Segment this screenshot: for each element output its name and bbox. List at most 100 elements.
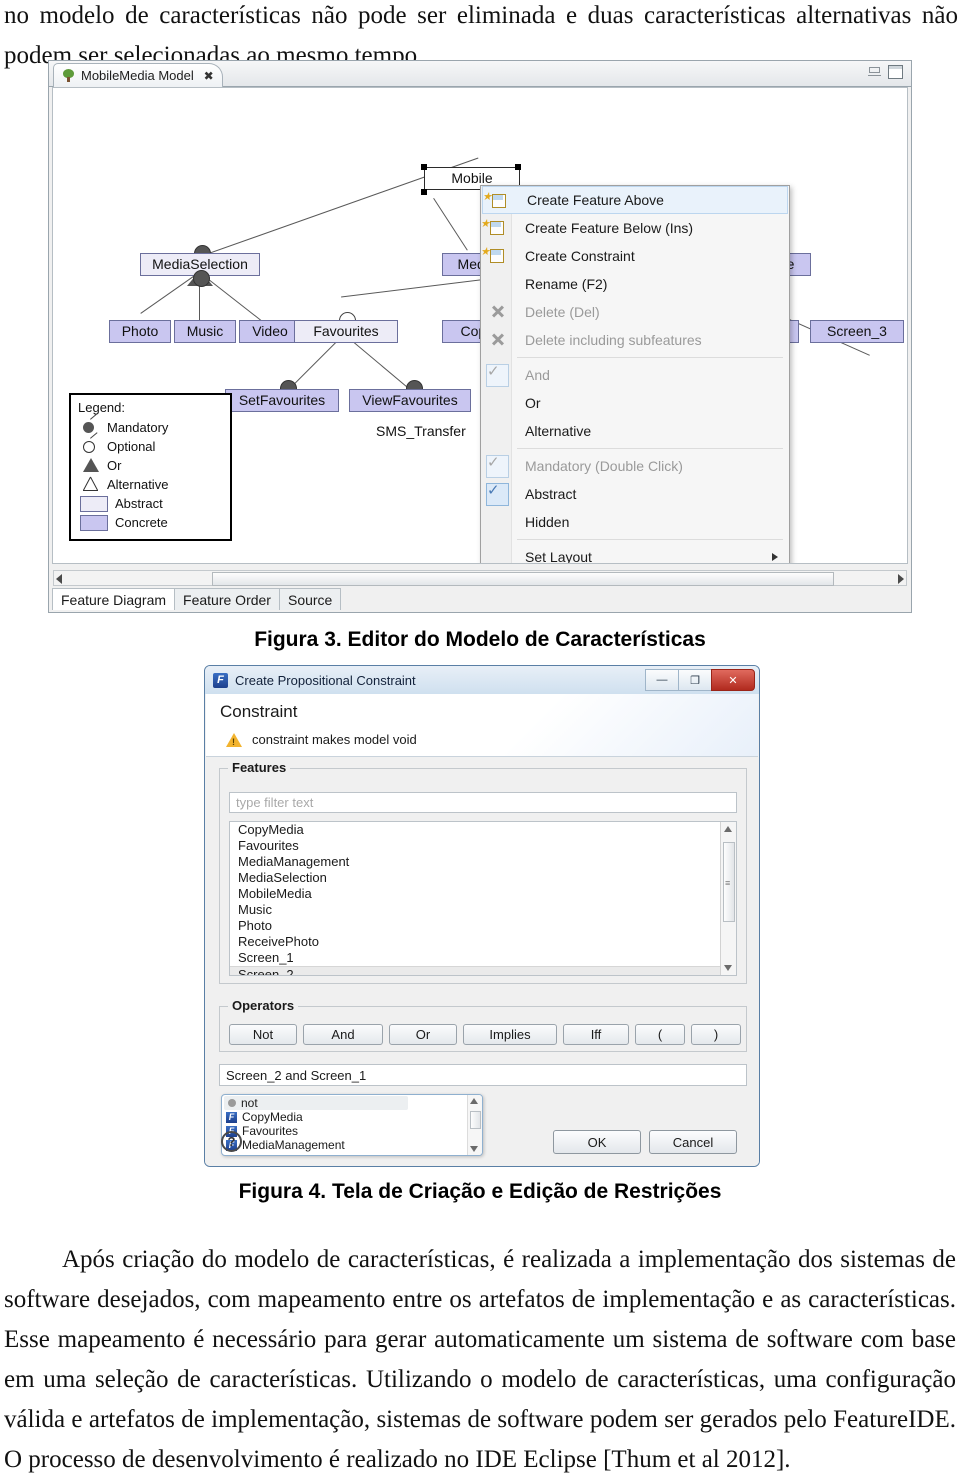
feature-context-menu[interactable]: ★ Create Feature Above ★ Create Feature …: [480, 185, 790, 564]
menu-item-label: Hidden: [525, 514, 570, 530]
menu-item-create-feature-below[interactable]: ★ Create Feature Below (Ins): [480, 214, 789, 242]
selection-handle[interactable]: [515, 164, 521, 170]
menu-item-create-constraint[interactable]: ★ Create Constraint: [480, 242, 789, 270]
editor-tab-label: MobileMedia Model: [81, 68, 194, 83]
operators-group-label: Operators: [228, 998, 299, 1013]
operator-button-and[interactable]: And: [303, 1024, 383, 1045]
feature-diagram-canvas[interactable]: Mobile MediaSelection MediaManag size: [52, 87, 908, 564]
feature-node-setfavourites[interactable]: SetFavourites: [225, 389, 339, 412]
feature-node-label: ViewFavourites: [362, 392, 458, 408]
close-icon[interactable]: ✖: [204, 69, 214, 83]
menu-item-label: Delete (Del): [525, 304, 600, 320]
operator-button-iff[interactable]: Iff: [563, 1024, 629, 1045]
edge-fav-viewfavourites: [346, 336, 416, 394]
menu-item-alternative[interactable]: Alternative: [481, 417, 789, 445]
feature-node-screen3[interactable]: Screen_3: [810, 320, 904, 343]
legend-label: Mandatory: [107, 420, 169, 435]
menu-item-label: Set Layout: [525, 549, 592, 564]
feature-node-label: SetFavourites: [238, 392, 326, 408]
editor-tab-mobilemedia-model[interactable]: MobileMedia Model ✖: [53, 63, 223, 87]
close-button[interactable]: ✕: [711, 669, 755, 691]
scroll-up-icon[interactable]: [470, 1098, 478, 1104]
ok-button[interactable]: OK: [553, 1130, 641, 1154]
list-item[interactable]: Screen_1: [230, 950, 736, 966]
constraint-input[interactable]: Screen_2 and Screen_1: [219, 1064, 747, 1086]
feature-listbox[interactable]: CopyMedia Favourites MediaManagement Med…: [229, 821, 737, 976]
scroll-right-icon[interactable]: [898, 574, 904, 584]
feature-node-photo[interactable]: Photo: [109, 320, 171, 343]
feature-node-label: Video: [252, 323, 288, 339]
list-item[interactable]: ReceivePhoto: [230, 934, 736, 950]
operator-button-or[interactable]: Or: [389, 1024, 457, 1045]
features-group-label: Features: [228, 760, 291, 775]
menu-item-or[interactable]: Or: [481, 389, 789, 417]
scroll-up-icon[interactable]: [724, 826, 732, 832]
feature-node-viewfavourites[interactable]: ViewFavourites: [349, 389, 471, 412]
edge-mm-favourites: [341, 277, 500, 298]
operator-button-not[interactable]: Not: [229, 1024, 297, 1045]
validation-message: constraint makes model void: [226, 732, 417, 747]
legend-row-abstract: Abstract: [80, 494, 224, 513]
feature-list-scrollbar[interactable]: ≡: [720, 822, 736, 975]
menu-item-create-feature-above[interactable]: ★ Create Feature Above: [482, 186, 788, 214]
create-propositional-constraint-dialog: F Create Propositional Constraint — ❐ ✕ …: [204, 665, 760, 1167]
selection-handle[interactable]: [421, 189, 427, 195]
minimize-icon[interactable]: [868, 65, 881, 76]
sms-transfer-label: SMS_Transfer: [376, 423, 466, 439]
list-item[interactable]: CopyMedia: [230, 822, 736, 838]
list-item[interactable]: MediaManagement: [230, 854, 736, 870]
help-icon[interactable]: ?: [221, 1131, 242, 1152]
maximize-icon[interactable]: [888, 65, 903, 79]
alternative-icon: [80, 476, 100, 493]
autocomplete-item-favourites[interactable]: F Favourites: [222, 1124, 482, 1138]
list-item[interactable]: MobileMedia: [230, 886, 736, 902]
autocomplete-item-mediamanagement[interactable]: F MediaManagement: [222, 1138, 482, 1152]
legend-label: Abstract: [115, 496, 163, 511]
menu-item-set-layout[interactable]: Set Layout: [481, 543, 789, 564]
maximize-button[interactable]: ❐: [678, 669, 712, 691]
autocomplete-popup[interactable]: not F CopyMedia F Favourites F MediaMana…: [221, 1094, 483, 1156]
menu-item-hidden[interactable]: Hidden: [481, 508, 789, 536]
menu-item-abstract[interactable]: ✓ Abstract: [481, 480, 789, 508]
list-item-selected[interactable]: Screen_2: [230, 966, 736, 975]
filter-input[interactable]: type filter text: [229, 792, 737, 813]
autocomplete-item-copymedia[interactable]: F CopyMedia: [222, 1110, 482, 1124]
operator-button-close-paren[interactable]: ): [691, 1024, 741, 1045]
menu-item-rename[interactable]: Rename (F2): [481, 270, 789, 298]
new-feature-icon: ★: [480, 246, 490, 258]
legend-row-mandatory: Mandatory: [80, 413, 224, 437]
list-item[interactable]: Music: [230, 902, 736, 918]
autocomplete-item-not[interactable]: not: [224, 1096, 408, 1110]
validation-message-text: constraint makes model void: [252, 732, 417, 747]
feature-node-label: Music: [186, 323, 224, 339]
tab-source[interactable]: Source: [278, 588, 342, 610]
edge-root-mediamanagement: [433, 198, 468, 251]
list-item[interactable]: Favourites: [230, 838, 736, 854]
feature-node-label: Favourites: [313, 323, 379, 339]
scroll-left-icon[interactable]: [56, 574, 62, 584]
operator-button-implies[interactable]: Implies: [463, 1024, 557, 1045]
horizontal-scrollbar[interactable]: [53, 570, 907, 586]
scrollbar-thumb[interactable]: [470, 1111, 481, 1129]
minimize-button[interactable]: —: [645, 669, 679, 691]
tab-feature-diagram[interactable]: Feature Diagram: [52, 588, 176, 610]
paragraph-bottom-text: Após criação do modelo de característica…: [4, 1246, 956, 1473]
selection-handle[interactable]: [421, 164, 427, 170]
editor-tab-strip: MobileMedia Model ✖: [49, 61, 911, 87]
scrollbar-thumb[interactable]: [212, 572, 834, 586]
feature-node-favourites[interactable]: Favourites: [294, 320, 398, 343]
autocomplete-scrollbar[interactable]: [467, 1095, 482, 1155]
cancel-button[interactable]: Cancel: [649, 1130, 737, 1154]
paragraph-bottom: Após criação do modelo de característica…: [4, 1240, 956, 1480]
operator-button-open-paren[interactable]: (: [635, 1024, 685, 1045]
check-icon: ✓: [487, 482, 500, 499]
menu-item-mandatory: ✓ Mandatory (Double Click): [481, 452, 789, 480]
dialog-window-buttons: — ❐ ✕: [645, 669, 755, 691]
feature-node-music[interactable]: Music: [174, 320, 236, 343]
tab-feature-order[interactable]: Feature Order: [174, 588, 280, 610]
list-item[interactable]: Photo: [230, 918, 736, 934]
feature-node-video[interactable]: Video: [239, 320, 301, 343]
scroll-down-icon[interactable]: [724, 965, 732, 971]
list-item[interactable]: MediaSelection: [230, 870, 736, 886]
scroll-down-icon[interactable]: [470, 1146, 478, 1152]
